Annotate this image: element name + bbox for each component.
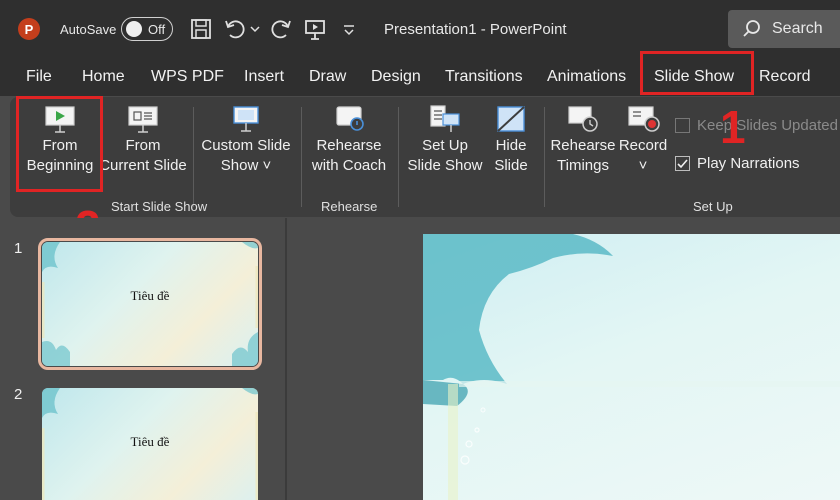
tab-draw[interactable]: Draw bbox=[309, 68, 346, 86]
tab-home[interactable]: Home bbox=[82, 68, 125, 86]
check-icon bbox=[677, 159, 688, 169]
start-slide-show-group-label: Start Slide Show bbox=[111, 199, 208, 214]
rehearse-timings-icon bbox=[568, 106, 598, 132]
hide-slide-icon bbox=[497, 106, 525, 132]
keep-slides-updated-label: Keep Slides Updated bbox=[697, 117, 838, 134]
customize-toolbar-icon[interactable] bbox=[340, 16, 358, 42]
hide-slide-line2: Slide bbox=[494, 157, 528, 174]
record-icon bbox=[628, 106, 660, 132]
group-separator bbox=[398, 107, 399, 207]
play-narrations-checkbox[interactable]: Play Narrations bbox=[675, 155, 800, 172]
slide-thumbnail-1[interactable]: Tiêu đề bbox=[38, 238, 262, 370]
group-separator bbox=[301, 107, 302, 207]
autosave-label: AutoSave bbox=[60, 22, 117, 37]
from-current-line2: Current Slide bbox=[99, 157, 187, 174]
rehearse-timings-line2: Timings bbox=[557, 157, 609, 174]
rehearse-coach-line1: Rehearse bbox=[316, 137, 382, 154]
record-dropdown-caret: ˅ bbox=[638, 157, 648, 174]
current-slide[interactable] bbox=[423, 234, 840, 500]
save-icon[interactable] bbox=[188, 16, 214, 42]
rehearse-coach-line2: with Coach bbox=[311, 157, 387, 174]
search-box[interactable]: Search bbox=[728, 10, 840, 48]
powerpoint-logo-icon: P bbox=[18, 18, 40, 40]
highlight-slide-show-tab bbox=[640, 51, 754, 95]
custom-show-line2: Show ˅ bbox=[220, 157, 272, 174]
tab-transitions[interactable]: Transitions bbox=[445, 68, 523, 86]
set-up-group-label: Set Up bbox=[693, 199, 733, 214]
play-current-slide-icon bbox=[128, 106, 158, 133]
slide-editing-canvas[interactable] bbox=[287, 218, 840, 500]
tab-animations[interactable]: Animations bbox=[547, 68, 626, 86]
search-icon bbox=[743, 20, 760, 37]
slide-decoration bbox=[42, 242, 258, 366]
slide-2-title: Tiêu đề bbox=[130, 434, 170, 449]
hide-slide-line1: Hide bbox=[495, 137, 527, 154]
step-1-marker: 1 bbox=[720, 101, 746, 153]
search-label: Search bbox=[772, 20, 823, 37]
checkbox-unchecked bbox=[675, 118, 690, 133]
play-narrations-label: Play Narrations bbox=[697, 155, 800, 172]
tab-insert[interactable]: Insert bbox=[244, 68, 284, 86]
hide-slide-button[interactable]: Hide Slide bbox=[486, 104, 536, 176]
checkbox-checked bbox=[675, 156, 690, 171]
highlight-from-beginning bbox=[16, 96, 103, 192]
slide-1-title: Tiêu đề bbox=[130, 288, 170, 303]
tab-record[interactable]: Record bbox=[759, 68, 811, 86]
present-icon[interactable] bbox=[302, 16, 328, 42]
from-current-line1: From bbox=[125, 137, 161, 154]
custom-slide-show-button[interactable]: Custom Slide Show ˅ bbox=[198, 104, 294, 176]
custom-show-line1: Custom Slide bbox=[201, 137, 291, 154]
tab-design[interactable]: Design bbox=[371, 68, 421, 86]
slide-show-ribbon: From Beginning From Current Slide Custom… bbox=[10, 97, 840, 217]
rehearse-group-label: Rehearse bbox=[321, 199, 378, 214]
setup-show-line1: Set Up bbox=[422, 137, 468, 154]
rehearse-coach-icon bbox=[336, 106, 364, 131]
tab-wps-pdf[interactable]: WPS PDF bbox=[151, 68, 224, 86]
from-current-slide-button[interactable]: From Current Slide bbox=[98, 104, 188, 176]
set-up-slide-show-button[interactable]: Set Up Slide Show bbox=[405, 104, 485, 176]
undo-dropdown-icon[interactable] bbox=[248, 16, 262, 42]
tab-file[interactable]: File bbox=[26, 68, 52, 86]
record-button[interactable]: Record ˅ bbox=[616, 104, 670, 176]
group-separator bbox=[544, 107, 545, 207]
rehearse-timings-line1: Rehearse bbox=[550, 137, 616, 154]
rehearse-with-coach-button[interactable]: Rehearse with Coach bbox=[308, 104, 390, 176]
custom-show-icon bbox=[233, 106, 259, 132]
toggle-knob bbox=[126, 21, 142, 37]
keep-slides-updated-checkbox[interactable]: Keep Slides Updated bbox=[675, 117, 838, 134]
slide-number: 1 bbox=[14, 240, 23, 257]
document-title: Presentation1 - PowerPoint bbox=[384, 21, 567, 38]
group-separator bbox=[193, 107, 194, 207]
powerpoint-window: P AutoSave Off Presentation1 - PowerPoin… bbox=[0, 0, 840, 500]
slide-number: 2 bbox=[14, 386, 23, 403]
redo-icon[interactable] bbox=[268, 16, 294, 42]
setup-show-line2: Slide Show bbox=[407, 157, 483, 174]
slide-background-art bbox=[423, 234, 840, 500]
record-line1: Record bbox=[618, 137, 668, 154]
toggle-state: Off bbox=[148, 21, 166, 37]
undo-icon[interactable] bbox=[222, 16, 248, 42]
setup-show-icon bbox=[430, 105, 460, 132]
slide-thumbnail-2[interactable]: Tiêu đề bbox=[42, 388, 258, 500]
rehearse-timings-button[interactable]: Rehearse Timings bbox=[550, 104, 616, 176]
slide-thumbnail-panel[interactable]: 1 Tiêu đề 2 Tiêu đề bbox=[0, 218, 285, 500]
autosave-toggle[interactable]: Off bbox=[121, 17, 173, 41]
